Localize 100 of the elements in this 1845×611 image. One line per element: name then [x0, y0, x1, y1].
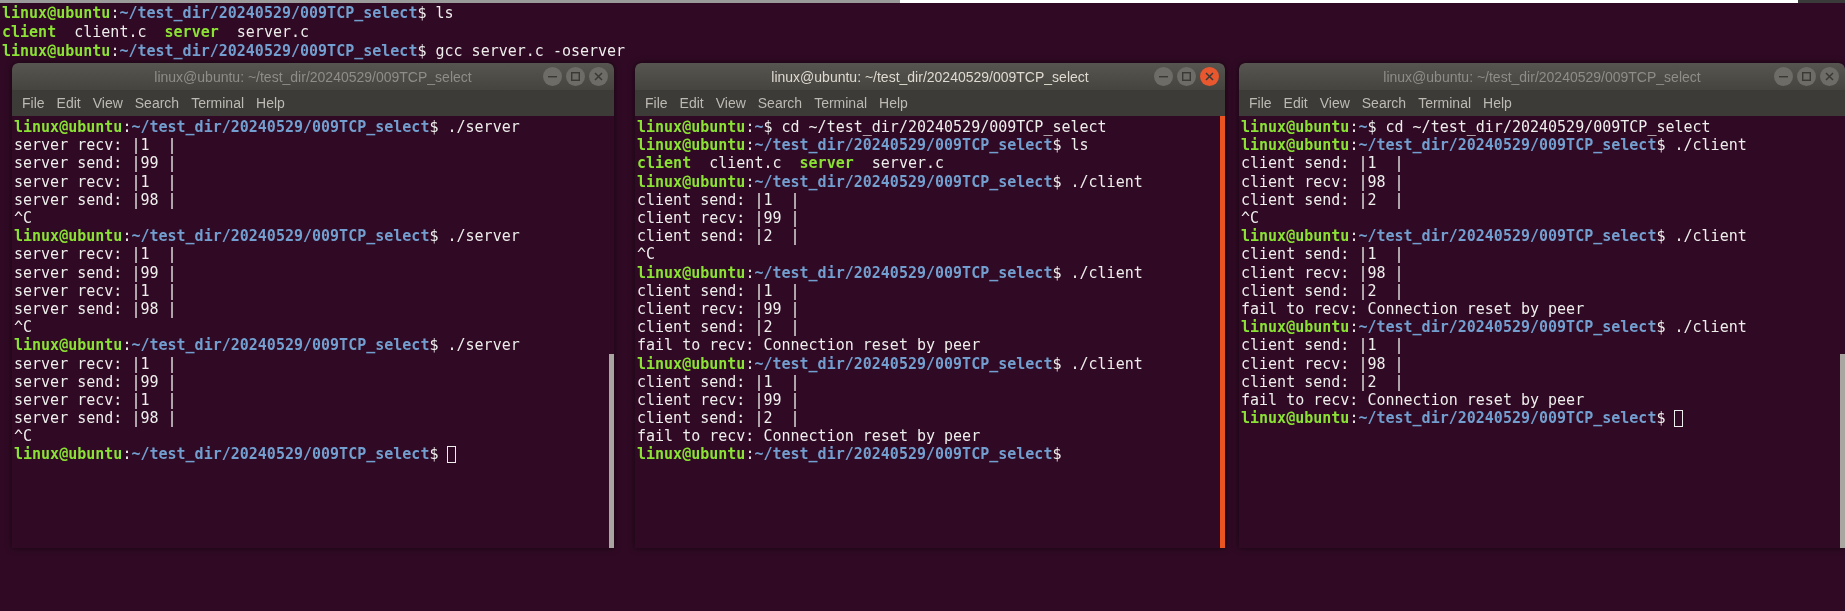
- menu-item[interactable]: Help: [1477, 95, 1518, 111]
- scrollbar[interactable]: [1220, 116, 1225, 548]
- output-line: server recv: |1 |: [14, 136, 177, 155]
- output-line: ^C: [14, 318, 33, 337]
- output-line: client send: |1 |: [637, 372, 800, 391]
- prompt-line: linux@ubuntu:~/test_dir/20240529/009TCP_select$ gcc server.c -oserver: [2, 42, 626, 61]
- prompt-line: linux@ubuntu:~/test_dir/20240529/009TCP_select$ ls: [2, 3, 454, 22]
- prompt-line: linux@ubuntu:~/test_dir/20240529/009TCP_select$: [1241, 409, 1667, 428]
- close-button[interactable]: [1200, 67, 1219, 86]
- menu-item[interactable]: File: [1243, 95, 1278, 111]
- output-line: client send: |1 |: [637, 281, 800, 300]
- menu-item[interactable]: Terminal: [185, 95, 251, 111]
- prompt-line: linux@ubuntu:~/test_dir/20240529/009TCP_select$ ./client: [637, 172, 1143, 191]
- output-line: client recv: |98 |: [1241, 263, 1404, 282]
- prompt-line: linux@ubuntu:~/test_dir/20240529/009TCP_select$: [637, 445, 1063, 464]
- output-line: fail to recv: Connection reset by peer: [1241, 390, 1585, 409]
- close-button[interactable]: [1820, 67, 1839, 86]
- minimize-button[interactable]: [543, 67, 562, 86]
- output-line: fail to recv: Connection reset by peer: [637, 427, 981, 446]
- output-line: client send: |1 |: [637, 190, 800, 209]
- prompt-line: linux@ubuntu:~$ cd ~/test_dir/20240529/009TCP_select: [637, 118, 1107, 137]
- output-line: fail to recv: Connection reset by peer: [637, 336, 981, 355]
- menu-item[interactable]: Terminal: [808, 95, 874, 111]
- output-line: server send: |98 |: [14, 190, 177, 209]
- output-line: ^C: [637, 245, 656, 264]
- output-line: server recv: |1 |: [14, 172, 177, 191]
- close-icon: [1825, 72, 1834, 81]
- output-line: server send: |98 |: [14, 299, 177, 318]
- menu-item[interactable]: File: [16, 95, 51, 111]
- prompt-line: linux@ubuntu:~/test_dir/20240529/009TCP_select$ ./server: [14, 118, 520, 137]
- minimize-button[interactable]: [1774, 67, 1793, 86]
- window-title: linux@ubuntu: ~/test_dir/20240529/009TCP_select: [1383, 68, 1701, 85]
- menu-item[interactable]: Search: [751, 95, 809, 111]
- window-title: linux@ubuntu: ~/test_dir/20240529/009TCP_select: [771, 68, 1089, 85]
- output-line: client send: |2 |: [1241, 281, 1404, 300]
- menu-item[interactable]: View: [709, 95, 752, 111]
- output-line: server recv: |1 |: [14, 354, 177, 373]
- menu-item[interactable]: File: [639, 95, 674, 111]
- menu-item[interactable]: Search: [128, 95, 186, 111]
- maximize-button[interactable]: [566, 67, 585, 86]
- output-line: ^C: [1241, 209, 1260, 228]
- menu-item[interactable]: Help: [873, 95, 914, 111]
- output-line: client send: |1 |: [1241, 245, 1404, 264]
- output-line: server recv: |1 |: [14, 390, 177, 409]
- output-line: client send: |2 |: [637, 409, 800, 428]
- menu-item[interactable]: Edit: [1277, 95, 1314, 111]
- maximize-button[interactable]: [1797, 67, 1816, 86]
- scrollbar[interactable]: [609, 353, 614, 548]
- output-line: client send: |2 |: [637, 318, 800, 337]
- menu-item[interactable]: View: [1313, 95, 1356, 111]
- prompt-line: linux@ubuntu:~/test_dir/20240529/009TCP_select$ ./client: [637, 354, 1143, 373]
- file-name: server: [164, 23, 219, 42]
- output-line: client recv: |98 |: [1241, 354, 1404, 373]
- menu-item[interactable]: Terminal: [1412, 95, 1478, 111]
- menu-item[interactable]: Search: [1355, 95, 1413, 111]
- prompt-line: linux@ubuntu:~$ cd ~/test_dir/20240529/009TCP_select: [1241, 118, 1711, 137]
- prompt-line: linux@ubuntu:~/test_dir/20240529/009TCP_select$ ./client: [1241, 136, 1747, 155]
- file-name: server: [799, 154, 854, 173]
- file-name: client: [637, 154, 692, 173]
- output-line: client send: |1 |: [1241, 336, 1404, 355]
- prompt-line: linux@ubuntu:~/test_dir/20240529/009TCP_select$ ls: [637, 136, 1089, 155]
- output-line: server send: |99 |: [14, 154, 177, 173]
- output-line: server send: |99 |: [14, 263, 177, 282]
- output-line: client recv: |98 |: [1241, 172, 1404, 191]
- file-name: client.c: [74, 23, 147, 42]
- output-line: client recv: |99 |: [637, 390, 800, 409]
- output-line: client send: |1 |: [1241, 154, 1404, 173]
- output-line: server send: |98 |: [14, 409, 177, 428]
- menu-item[interactable]: Edit: [50, 95, 87, 111]
- file-name: client.c: [709, 154, 782, 173]
- output-line: server send: |99 |: [14, 372, 177, 391]
- file-name: server.c: [236, 23, 310, 42]
- output-line: ^C: [14, 209, 33, 228]
- minimize-button[interactable]: [1154, 67, 1173, 86]
- maximize-icon: [571, 72, 580, 81]
- close-button[interactable]: [589, 67, 608, 86]
- maximize-icon: [1182, 72, 1191, 81]
- scrollbar[interactable]: [1840, 353, 1845, 548]
- output-line: client recv: |99 |: [637, 209, 800, 228]
- output-line: client send: |2 |: [1241, 190, 1404, 209]
- maximize-button[interactable]: [1177, 67, 1196, 86]
- file-name: server.c: [871, 154, 945, 173]
- menu-item[interactable]: View: [86, 95, 129, 111]
- close-icon: [1205, 72, 1214, 81]
- prompt-line: linux@ubuntu:~/test_dir/20240529/009TCP_select$ ./client: [1241, 227, 1747, 246]
- output-line: server recv: |1 |: [14, 281, 177, 300]
- prompt-line: linux@ubuntu:~/test_dir/20240529/009TCP_select$ ./server: [14, 227, 520, 246]
- menu-item[interactable]: Help: [250, 95, 291, 111]
- prompt-line: linux@ubuntu:~/test_dir/20240529/009TCP_select$: [14, 445, 440, 464]
- maximize-icon: [1802, 72, 1811, 81]
- prompt-line: linux@ubuntu:~/test_dir/20240529/009TCP_select$ ./server: [14, 336, 520, 355]
- output-line: fail to recv: Connection reset by peer: [1241, 299, 1585, 318]
- output-line: client send: |2 |: [1241, 372, 1404, 391]
- prompt-line: linux@ubuntu:~/test_dir/20240529/009TCP_select$ ./client: [637, 263, 1143, 282]
- output-line: server recv: |1 |: [14, 245, 177, 264]
- output-line: client send: |2 |: [637, 227, 800, 246]
- output-line: client recv: |99 |: [637, 299, 800, 318]
- window-title: linux@ubuntu: ~/test_dir/20240529/009TCP_select: [154, 68, 472, 85]
- prompt-line: linux@ubuntu:~/test_dir/20240529/009TCP_select$ ./client: [1241, 318, 1747, 337]
- menu-item[interactable]: Edit: [673, 95, 710, 111]
